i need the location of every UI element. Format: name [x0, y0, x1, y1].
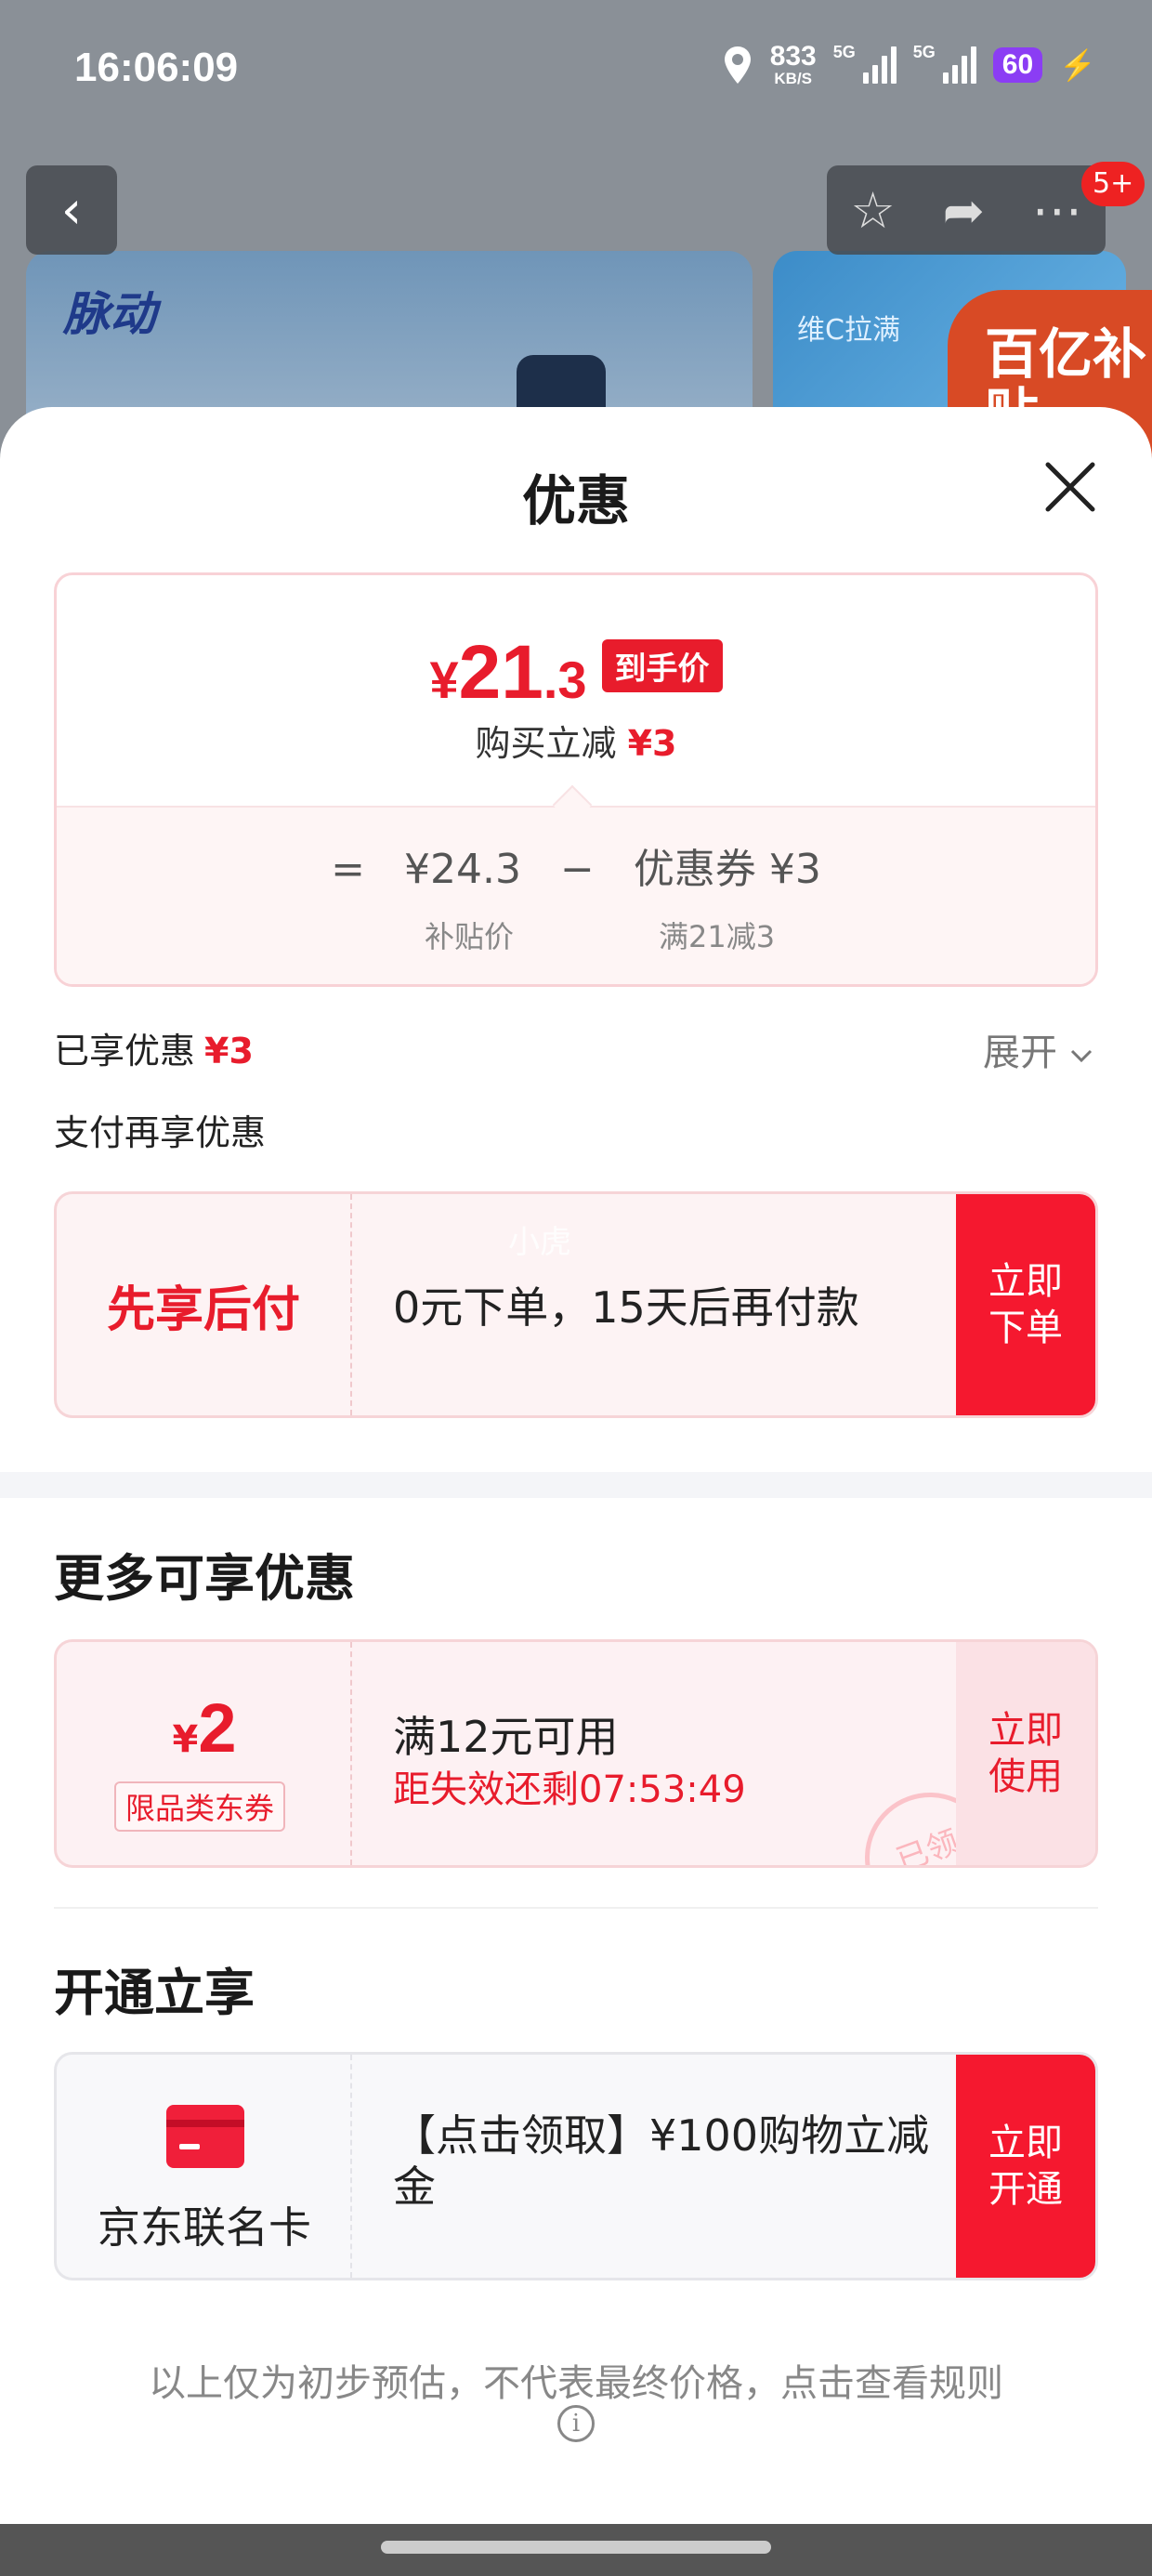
coupon-rule-label: 满21减3: [659, 919, 776, 954]
charging-icon: ⚡: [1059, 47, 1096, 82]
use-now-button[interactable]: 立即 使用: [956, 1642, 1095, 1865]
card-offer-desc: 【点击领取】¥100购物立减金: [393, 2110, 930, 2213]
open-now-button[interactable]: 立即 开通: [956, 2055, 1095, 2278]
signal-icon-2: [942, 46, 976, 84]
coupon-amount: ¥2: [172, 1689, 237, 1767]
star-icon[interactable]: ☆: [850, 181, 895, 240]
share-icon[interactable]: ➦: [943, 181, 985, 240]
open-to-enjoy-title: 开通立享: [54, 1964, 255, 2022]
status-time: 16:06:09: [74, 45, 239, 90]
coupon-condition: 满12元可用: [393, 1712, 619, 1762]
price-breakdown: ¥ 21 .3 到手价 购买立减 ¥3 = ¥24.3 − 优惠券 ¥3 补贴价…: [54, 572, 1098, 987]
order-now-button[interactable]: 立即 下单: [956, 1194, 1095, 1415]
card-info-area: 京东联名卡: [57, 2055, 352, 2278]
network-type-1: 5G: [832, 43, 856, 61]
network-speed: 833 KB/S: [769, 41, 817, 87]
final-price-tag: 到手价: [601, 638, 723, 692]
base-price-label: 补贴价: [425, 919, 515, 954]
more-offers-title: 更多可享优惠: [54, 1549, 355, 1608]
sheet-title: 优惠: [521, 469, 630, 532]
more-icon[interactable]: ⋯: [1032, 181, 1082, 240]
co-branded-card-offer[interactable]: 京东联名卡 【点击领取】¥100购物立减金 立即 开通: [54, 2052, 1098, 2280]
section-gap: [0, 1472, 1152, 1498]
banner-text: 维C拉满: [797, 314, 900, 347]
buy-now-pay-later-card[interactable]: 先享后付 小虎 0元下单，15天后再付款 立即 下单: [54, 1191, 1098, 1418]
payment-offer-label: 支付再享优惠: [54, 1112, 267, 1153]
location-icon: [724, 46, 751, 84]
bnpl-title: 先享后付: [57, 1194, 352, 1415]
status-icons: 833 KB/S 5G 5G 60 ⚡: [722, 43, 1096, 86]
credit-card-icon: [166, 2105, 244, 2168]
signal-icon: [862, 46, 897, 84]
message-badge: 5+: [1081, 162, 1145, 206]
close-icon[interactable]: [1041, 457, 1100, 517]
coupon-amount-area: ¥2 限品类东券: [57, 1642, 352, 1865]
top-actions: ☆ ➦ ⋯: [827, 165, 1106, 255]
final-price: ¥ 21 .3 到手价: [57, 629, 1095, 716]
enjoyed-discount: 已享优惠 ¥3: [54, 1031, 254, 1071]
coupon-expiry: 距失效还剩07:53:49: [393, 1768, 746, 1811]
info-icon[interactable]: i: [557, 2405, 595, 2442]
network-type-2: 5G: [912, 43, 936, 61]
chevron-down-icon: [1070, 1049, 1092, 1063]
bnpl-desc: 0元下单，15天后再付款: [393, 1282, 859, 1333]
instant-reduction: 购买立减 ¥3: [475, 723, 677, 764]
card-name: 京东联名卡: [98, 2202, 311, 2253]
back-button[interactable]: ‹: [26, 165, 117, 255]
price-formula: = ¥24.3 − 优惠券 ¥3: [331, 846, 821, 893]
home-indicator[interactable]: [381, 2541, 771, 2554]
battery-indicator: 60: [992, 46, 1043, 83]
price-disclaimer[interactable]: 以上仅为初步预估，不代表最终价格，点击查看规则: [0, 2353, 1152, 2407]
status-bar: 16:06:09 833 KB/S 5G 5G 60 ⚡: [0, 0, 1152, 139]
coupon-type-badge: 限品类东券: [114, 1781, 286, 1832]
price-formula-area: [57, 806, 1095, 984]
expand-toggle[interactable]: 展开: [983, 1022, 1093, 1076]
coupon-card[interactable]: ¥2 限品类东券 满12元可用 距失效还剩07:53:49 已领 立即 使用: [54, 1639, 1098, 1868]
divider: [54, 1907, 1098, 1909]
brand-logo: 脉动: [63, 287, 156, 341]
